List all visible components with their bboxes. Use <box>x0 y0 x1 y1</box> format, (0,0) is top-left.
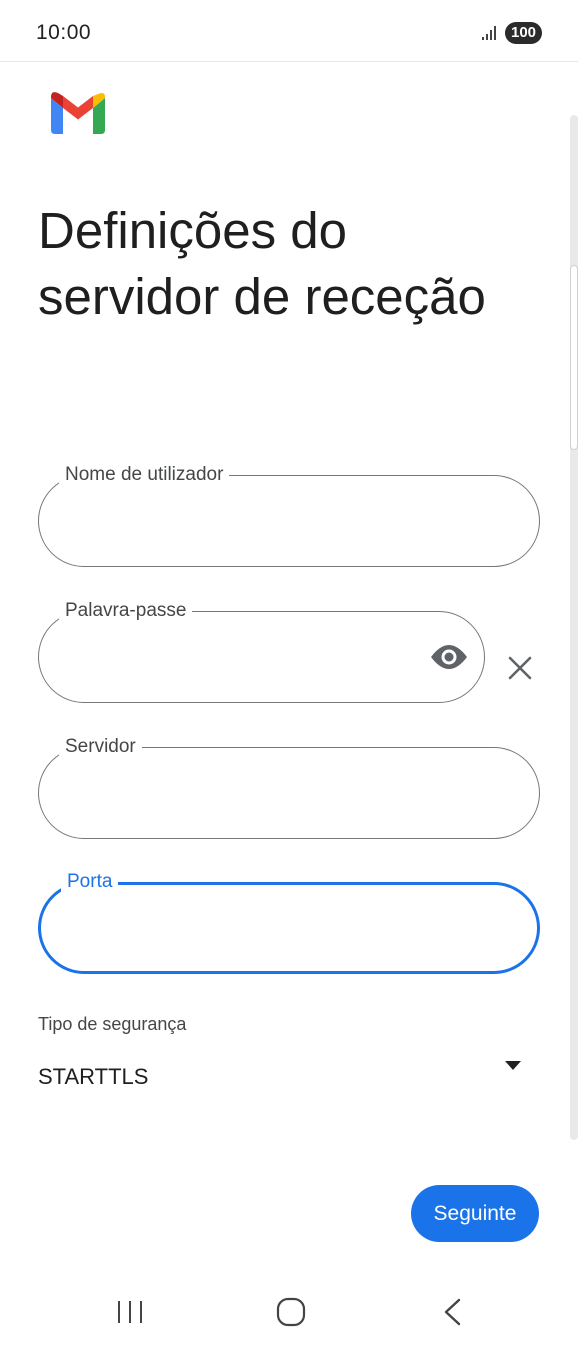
next-button[interactable]: Seguinte <box>411 1185 539 1242</box>
eye-icon[interactable] <box>430 643 468 671</box>
close-icon[interactable] <box>507 655 533 681</box>
security-type-label: Tipo de segurança <box>38 1014 187 1034</box>
battery-indicator: 100 <box>505 22 542 44</box>
username-field[interactable]: Nome de utilizador <box>38 463 540 567</box>
username-input[interactable] <box>63 506 515 538</box>
navigation-bar <box>0 1276 578 1348</box>
password-field[interactable]: Palavra-passe <box>38 599 485 703</box>
signal-icon <box>482 26 496 40</box>
security-type-value: STARTTLS <box>38 1064 149 1089</box>
status-time: 10:00 <box>36 21 92 44</box>
recent-apps-icon[interactable] <box>117 1299 143 1325</box>
port-field[interactable]: Porta <box>38 870 540 974</box>
scrollbar-thumb[interactable] <box>570 265 578 450</box>
home-icon[interactable] <box>276 1297 306 1327</box>
back-icon[interactable] <box>442 1298 462 1326</box>
server-input[interactable] <box>63 778 515 810</box>
password-input[interactable] <box>63 642 414 674</box>
password-label: Palavra-passe <box>59 599 193 623</box>
port-label: Porta <box>61 870 119 894</box>
status-bar: 10:00 100 <box>0 0 578 62</box>
page-title: Definições do servidor de receção <box>38 202 486 325</box>
server-label: Servidor <box>59 735 142 759</box>
port-input[interactable] <box>65 915 513 947</box>
gmail-logo-icon <box>51 92 105 134</box>
server-field[interactable]: Servidor <box>38 735 540 839</box>
dropdown-arrow-icon[interactable] <box>505 1061 521 1071</box>
security-type-select[interactable]: STARTTLS <box>38 1050 538 1100</box>
username-label: Nome de utilizador <box>59 463 230 487</box>
